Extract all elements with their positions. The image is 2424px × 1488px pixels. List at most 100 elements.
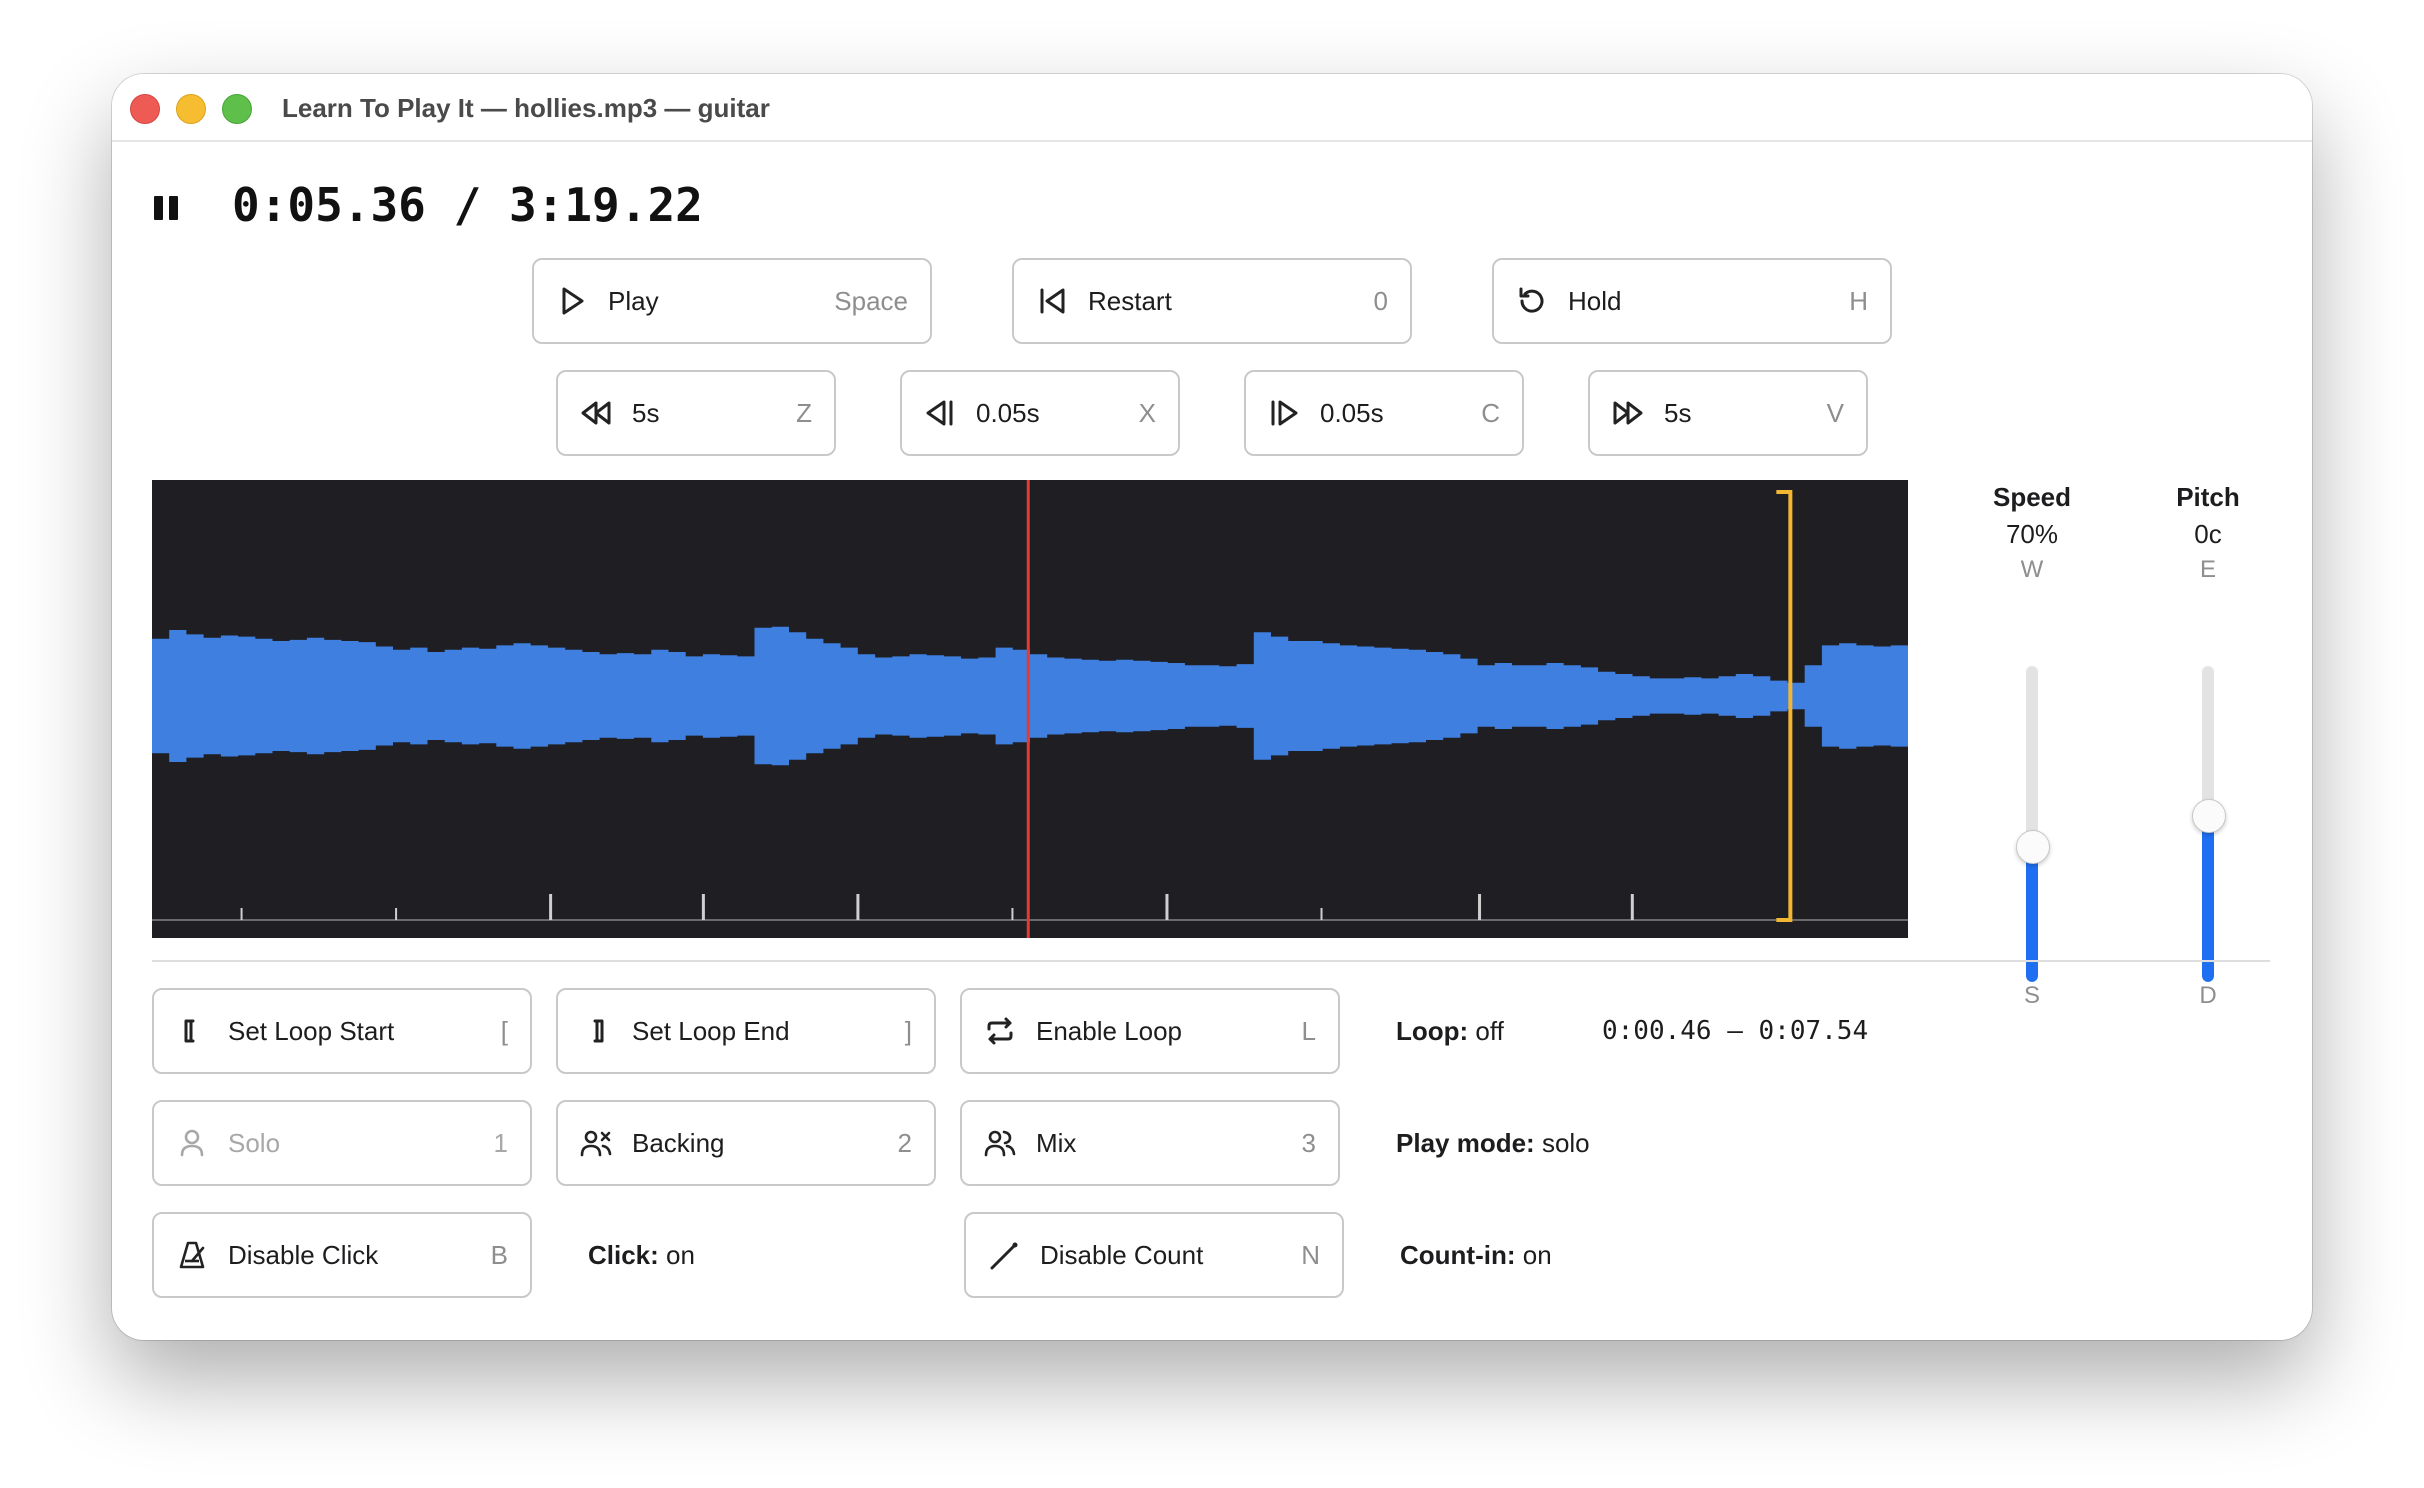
fast-forward-5s-label: 5s <box>1664 397 1692 428</box>
users-icon <box>984 1127 1016 1159</box>
set-loop-start-label: Set Loop Start <box>228 1015 395 1046</box>
pitch-down-shortcut: D <box>2199 982 2217 1009</box>
repeat-icon <box>984 1015 1016 1047</box>
disable-count-button[interactable]: Disable Count N <box>964 1212 1344 1298</box>
zoom-window-button[interactable] <box>222 94 252 124</box>
loop-range: 0:00.46 – 0:07.54 <box>1602 1016 1869 1046</box>
mix-button-shortcut: 3 <box>1301 1127 1316 1158</box>
waveform-display[interactable] <box>152 480 1908 938</box>
hold-button[interactable]: Hold H <box>1492 258 1892 344</box>
time-separator: / <box>425 178 509 232</box>
restart-button[interactable]: Restart 0 <box>1012 258 1412 344</box>
backing-button[interactable]: Backing 2 <box>556 1100 936 1186</box>
step-forward-icon <box>1268 397 1300 429</box>
play-button-label: Play <box>608 285 659 316</box>
app-window: Learn To Play It — hollies.mp3 — guitar … <box>112 74 2312 1340</box>
waveform-shape <box>152 626 1908 766</box>
set-loop-end-label: Set Loop End <box>632 1015 790 1046</box>
hold-button-label: Hold <box>1568 285 1622 316</box>
solo-button[interactable]: Solo 1 <box>152 1100 532 1186</box>
speed-up-shortcut: W <box>2020 556 2044 583</box>
step-back-shortcut: X <box>1138 397 1156 428</box>
step-forward-shortcut: C <box>1481 397 1500 428</box>
total-time: 3:19.22 <box>508 178 703 232</box>
step-back-button[interactable]: 0.05s X <box>900 370 1180 456</box>
play-button[interactable]: Play Space <box>532 258 932 344</box>
bracket-right-icon <box>580 1015 612 1047</box>
pitch-up-shortcut: E <box>2199 556 2216 583</box>
backing-button-shortcut: 2 <box>897 1127 912 1158</box>
disable-count-shortcut: N <box>1301 1239 1320 1270</box>
pitch-slider-thumb[interactable] <box>2192 798 2226 833</box>
pitch-slider-fill <box>2202 814 2214 982</box>
play-mode-status: Play mode: solo <box>1396 1128 1590 1159</box>
restart-button-shortcut: 0 <box>1373 285 1388 316</box>
enable-loop-label: Enable Loop <box>1036 1015 1183 1046</box>
set-loop-end-shortcut: ] <box>904 1015 912 1046</box>
pitch-value: 0c <box>2194 519 2222 549</box>
loop-status: Loop: off <box>1396 1016 1504 1047</box>
mix-button[interactable]: Mix 3 <box>960 1100 1340 1186</box>
solo-button-shortcut: 1 <box>493 1127 508 1158</box>
speed-title: Speed <box>1992 482 2072 512</box>
step-back-label: 0.05s <box>976 397 1040 428</box>
window-title: Learn To Play It — hollies.mp3 — guitar <box>282 93 770 123</box>
section-divider <box>152 960 2270 962</box>
disable-click-label: Disable Click <box>228 1239 379 1270</box>
speed-value: 70% <box>2005 519 2059 549</box>
click-status: Click: on <box>588 1240 695 1271</box>
speed-down-shortcut: S <box>2023 982 2040 1009</box>
hold-button-shortcut: H <box>1849 285 1868 316</box>
speed-slider-track[interactable] <box>2026 666 2038 982</box>
pitch-title: Pitch <box>2176 482 2240 512</box>
click-status-label: Click: <box>588 1240 659 1270</box>
play-button-shortcut: Space <box>834 285 908 316</box>
backing-button-label: Backing <box>632 1127 725 1158</box>
step-forward-button[interactable]: 0.05s C <box>1244 370 1524 456</box>
speed-slider-thumb[interactable] <box>2016 830 2050 865</box>
bracket-left-icon <box>176 1015 208 1047</box>
skip-to-start-icon <box>1036 285 1068 317</box>
disable-click-button[interactable]: Disable Click B <box>152 1212 532 1298</box>
rewind-5s-label: 5s <box>632 397 660 428</box>
speed-control: Speed 70% W S <box>1962 482 2102 1009</box>
loop-status-value: off <box>1468 1016 1504 1046</box>
drumstick-icon <box>988 1239 1020 1271</box>
enable-loop-shortcut: L <box>1301 1015 1316 1046</box>
solo-button-label: Solo <box>228 1127 281 1158</box>
rewind-5s-shortcut: Z <box>796 397 812 428</box>
users-x-icon <box>580 1127 612 1159</box>
disable-click-shortcut: B <box>490 1239 508 1270</box>
time-display: 0:05.36 / 3:19.22 <box>232 178 703 232</box>
step-forward-label: 0.05s <box>1320 397 1384 428</box>
count-in-value: on <box>1515 1240 1552 1270</box>
metronome-icon <box>176 1239 208 1271</box>
rewind-icon <box>580 397 612 429</box>
set-loop-start-button[interactable]: Set Loop Start [ <box>152 988 532 1074</box>
current-time: 0:05.36 <box>232 178 426 232</box>
title-bar: Learn To Play It — hollies.mp3 — guitar <box>112 74 2312 142</box>
set-loop-start-shortcut: [ <box>500 1015 508 1046</box>
pause-icon <box>154 196 180 220</box>
fast-forward-5s-shortcut: V <box>1826 397 1844 428</box>
fast-forward-5s-button[interactable]: 5s V <box>1588 370 1868 456</box>
minimize-window-button[interactable] <box>176 94 206 124</box>
count-in-status: Count-in: on <box>1400 1240 1552 1271</box>
step-back-icon <box>924 397 956 429</box>
play-mode-value: solo <box>1534 1128 1590 1158</box>
user-icon <box>176 1127 208 1159</box>
enable-loop-button[interactable]: Enable Loop L <box>960 988 1340 1074</box>
loop-status-label: Loop: <box>1396 1016 1469 1046</box>
fast-forward-icon <box>1612 397 1644 429</box>
pitch-control: Pitch 0c E D <box>2138 482 2278 1009</box>
rewind-5s-button[interactable]: 5s Z <box>556 370 836 456</box>
restart-button-label: Restart <box>1088 285 1172 316</box>
rotate-ccw-icon <box>1516 285 1548 317</box>
play-icon <box>556 285 588 317</box>
count-in-label: Count-in: <box>1400 1240 1516 1270</box>
disable-count-label: Disable Count <box>1040 1239 1204 1270</box>
close-window-button[interactable] <box>130 94 160 124</box>
click-status-value: on <box>658 1240 695 1270</box>
play-mode-label: Play mode: <box>1396 1128 1535 1158</box>
set-loop-end-button[interactable]: Set Loop End ] <box>556 988 936 1074</box>
